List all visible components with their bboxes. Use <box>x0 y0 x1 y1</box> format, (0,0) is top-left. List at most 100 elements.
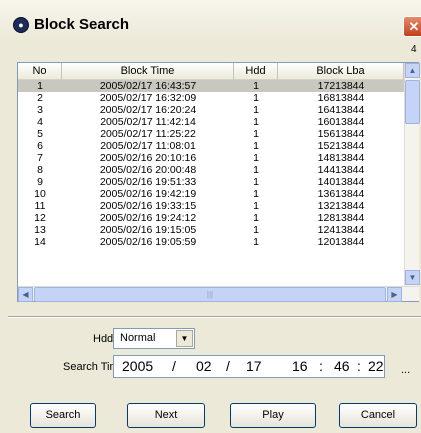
cell-block-time: 2005/02/16 19:33:15 <box>99 200 197 212</box>
vertical-scrollbar[interactable]: ▲ ▼ <box>404 63 420 286</box>
cell-no: 5 <box>37 128 43 140</box>
table-header: No Block Time Hdd Block Lba <box>18 63 404 80</box>
time-separator: : <box>357 358 361 374</box>
table-row[interactable]: 9 2005/02/16 19:51:33 1 14013844 <box>18 176 404 188</box>
cell-block-time: 2005/02/17 11:42:14 <box>100 116 196 128</box>
cell-block-time: 2005/02/16 19:24:12 <box>99 212 197 224</box>
cell-block-time: 2005/02/16 19:42:19 <box>99 188 197 200</box>
cell-block-lba: 14413844 <box>317 164 365 176</box>
cell-block-lba: 12013844 <box>317 236 365 248</box>
column-header-block-time[interactable]: Block Time <box>62 63 234 80</box>
cell-no: 13 <box>34 224 46 236</box>
vertical-scroll-thumb[interactable] <box>405 80 420 124</box>
table-row[interactable]: 11 2005/02/16 19:33:15 1 13213844 <box>18 200 404 212</box>
column-header-hdd[interactable]: Hdd <box>234 63 278 80</box>
cell-block-lba: 14813844 <box>317 152 365 164</box>
table-row[interactable]: 6 2005/02/17 11:08:01 1 15213844 <box>18 140 404 152</box>
cell-block-lba: 13613844 <box>317 188 365 200</box>
scroll-left-icon[interactable]: ◀ <box>18 287 33 302</box>
cancel-button[interactable]: Cancel <box>339 403 417 428</box>
cell-block-lba: 12413844 <box>317 224 365 236</box>
table-row[interactable]: 4 2005/02/17 11:42:14 1 16013844 <box>18 116 404 128</box>
date-separator: / <box>172 358 176 374</box>
cell-block-time: 2005/02/16 20:10:16 <box>99 152 197 164</box>
cell-block-lba: 16013844 <box>317 116 365 128</box>
cell-no: 6 <box>37 140 43 152</box>
table-row[interactable]: 10 2005/02/16 19:42:19 1 13613844 <box>18 188 404 200</box>
divider <box>8 316 421 318</box>
cell-hdd: 1 <box>253 152 259 164</box>
cell-no: 9 <box>37 176 43 188</box>
cell-hdd: 1 <box>253 128 259 140</box>
cell-hdd: 1 <box>253 224 259 236</box>
corner-text: 4 <box>411 44 417 55</box>
cell-no: 1 <box>37 80 43 92</box>
scroll-up-icon[interactable]: ▲ <box>405 63 420 78</box>
cell-hdd: 1 <box>253 92 259 104</box>
month-field[interactable]: 02 <box>196 358 212 374</box>
table-row[interactable]: 3 2005/02/17 16:20:24 1 16413844 <box>18 104 404 116</box>
cell-block-lba: 17213844 <box>317 80 365 92</box>
cell-block-time: 2005/02/17 11:08:01 <box>100 140 196 152</box>
cell-hdd: 1 <box>253 104 259 116</box>
cell-hdd: 1 <box>253 176 259 188</box>
cell-no: 4 <box>37 116 43 128</box>
horizontal-scroll-thumb[interactable]: ||| <box>34 287 386 302</box>
table-row[interactable]: 8 2005/02/16 20:00:48 1 14413844 <box>18 164 404 176</box>
cell-block-lba: 15213844 <box>317 140 365 152</box>
cell-hdd: 1 <box>253 80 259 92</box>
cell-no: 10 <box>34 188 46 200</box>
minute-field[interactable]: 46 <box>334 358 350 374</box>
cell-block-time: 2005/02/16 20:00:48 <box>99 164 197 176</box>
table-row[interactable]: 12 2005/02/16 19:24:12 1 12813844 <box>18 212 404 224</box>
column-header-block-lba[interactable]: Block Lba <box>278 63 404 80</box>
cell-hdd: 1 <box>253 200 259 212</box>
cell-block-lba: 15613844 <box>317 128 365 140</box>
table-row[interactable]: 2 2005/02/17 16:32:09 1 16813844 <box>18 92 404 104</box>
cell-block-lba: 16413844 <box>317 104 365 116</box>
year-field[interactable]: 2005 <box>122 358 153 374</box>
cell-block-time: 2005/02/17 16:20:24 <box>99 104 197 116</box>
day-field[interactable]: 17 <box>246 358 262 374</box>
cell-block-lba: 14013844 <box>317 176 365 188</box>
table-row[interactable]: 5 2005/02/17 11:25:22 1 15613844 <box>18 128 404 140</box>
next-button[interactable]: Next <box>127 403 205 428</box>
cell-block-time: 2005/02/16 19:15:05 <box>99 224 197 236</box>
horizontal-scrollbar[interactable]: ◀ ||| ▶ <box>18 286 419 302</box>
hdd-select[interactable]: Normal ▼ <box>113 328 195 349</box>
cell-hdd: 1 <box>253 116 259 128</box>
search-button[interactable]: Search <box>30 403 96 428</box>
block-list[interactable]: No Block Time Hdd Block Lba 1 2005/02/17 … <box>17 62 420 302</box>
time-separator: : <box>319 358 323 374</box>
cell-block-time: 2005/02/16 19:51:33 <box>99 176 197 188</box>
cell-no: 11 <box>34 200 46 212</box>
hour-field[interactable]: 16 <box>292 358 308 374</box>
cell-no: 8 <box>37 164 43 176</box>
column-header-no[interactable]: No <box>18 63 62 80</box>
date-separator: / <box>226 358 230 374</box>
table-row[interactable]: 14 2005/02/16 19:05:59 1 12013844 <box>18 236 404 248</box>
scroll-down-icon[interactable]: ▼ <box>405 270 420 285</box>
search-time-field[interactable]: 2005 / 02 / 17 16 : 46 : 22 <box>113 355 385 378</box>
cell-hdd: 1 <box>253 164 259 176</box>
second-field[interactable]: 22 <box>368 358 384 374</box>
cell-block-lba: 12813844 <box>317 212 365 224</box>
play-button[interactable]: Play <box>230 403 316 428</box>
cell-block-time: 2005/02/17 16:43:57 <box>99 80 197 92</box>
title-bar: ● Block Search ✕ <box>0 0 421 42</box>
cell-no: 12 <box>34 212 46 224</box>
app-icon: ● <box>13 17 29 33</box>
chevron-down-icon[interactable]: ▼ <box>176 330 193 347</box>
scroll-right-icon[interactable]: ▶ <box>387 287 402 302</box>
cell-no: 3 <box>37 104 43 116</box>
cell-block-time: 2005/02/16 19:05:59 <box>99 236 197 248</box>
close-button[interactable]: ✕ <box>403 16 421 37</box>
table-body: 1 2005/02/17 16:43:57 1 17213844 2 2005/02/17… <box>18 80 404 286</box>
table-row[interactable]: 7 2005/02/16 20:10:16 1 14813844 <box>18 152 404 164</box>
hdd-select-value: Normal <box>120 332 156 344</box>
table-row[interactable]: 1 2005/02/17 16:43:57 1 17213844 <box>18 80 404 92</box>
cell-no: 7 <box>37 152 43 164</box>
ellipsis-text: ... <box>401 364 411 376</box>
window-title: Block Search <box>34 16 130 33</box>
table-row[interactable]: 13 2005/02/16 19:15:05 1 12413844 <box>18 224 404 236</box>
